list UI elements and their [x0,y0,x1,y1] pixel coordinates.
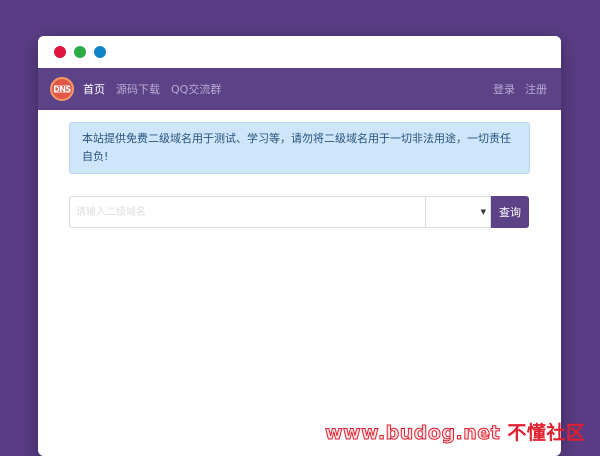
dropdown-caret-icon: ▼ [480,208,486,216]
navbar: DNS 首页 源码下载 QQ交流群 登录 注册 [38,68,561,110]
domain-suffix-select[interactable]: ▼ [425,196,491,228]
query-button[interactable]: 查询 [491,196,529,228]
main-content: 本站提供免费二级域名用于测试、学习等，请勿将二级域名用于一切非法用途，一切责任自… [38,110,561,228]
window-titlebar [38,36,561,68]
login-link[interactable]: 登录 [493,81,515,97]
minimize-window-button[interactable] [74,46,86,58]
close-window-button[interactable] [54,46,66,58]
subdomain-input[interactable] [69,196,425,228]
dns-logo-icon[interactable]: DNS [50,77,74,101]
nav-link-qq-group[interactable]: QQ交流群 [171,81,221,97]
nav-link-source-download[interactable]: 源码下载 [116,81,160,97]
site-watermark: www.budog.net 不懂社区 [324,418,586,445]
logo-text: DNS [53,85,71,94]
notice-alert: 本站提供免费二级域名用于测试、学习等，请勿将二级域名用于一切非法用途，一切责任自… [69,122,530,174]
browser-window: DNS 首页 源码下载 QQ交流群 登录 注册 本站提供免费二级域名用于测试、学… [38,36,561,456]
domain-search-form: ▼ 查询 [69,196,530,228]
watermark-url: www.budog.net [324,422,501,445]
nav-link-home[interactable]: 首页 [83,81,105,97]
register-link[interactable]: 注册 [525,81,547,97]
watermark-name: 不懂社区 [507,422,586,444]
maximize-window-button[interactable] [94,46,106,58]
